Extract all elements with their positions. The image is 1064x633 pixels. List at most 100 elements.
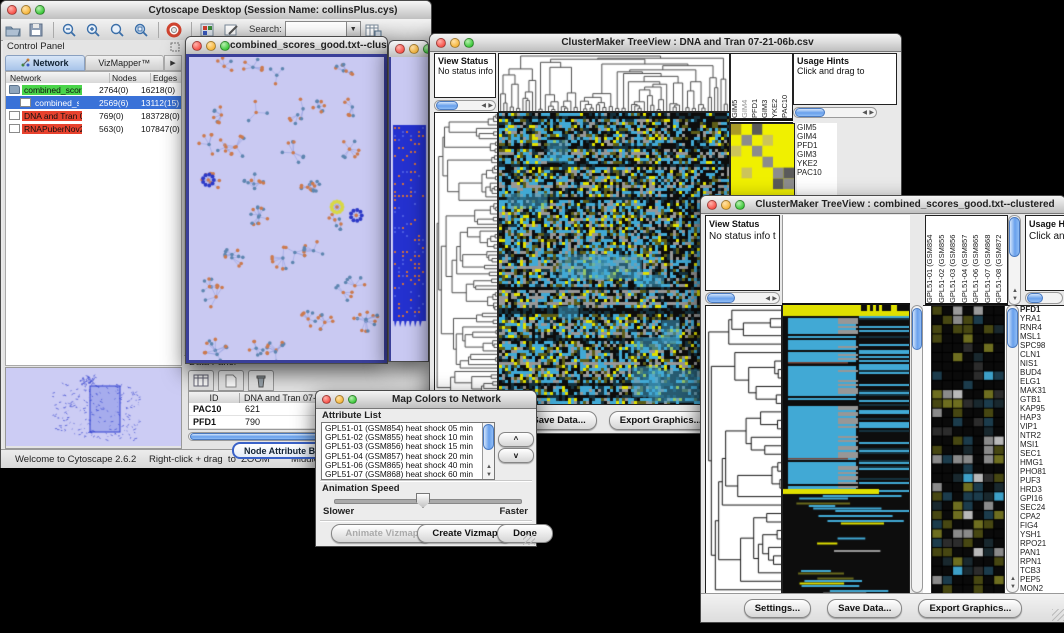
tv2-vscrollbar-zoom[interactable]: ▲ ▼ xyxy=(1006,305,1019,593)
zoom-heatmap-canvas[interactable] xyxy=(932,306,1004,594)
minimize-button[interactable] xyxy=(450,38,460,48)
gene-label[interactable]: BUD4 xyxy=(1020,368,1060,377)
close-button[interactable] xyxy=(7,5,17,15)
gene-label[interactable]: ELG1 xyxy=(1020,377,1060,386)
gene-label[interactable]: HRD3 xyxy=(1020,485,1060,494)
tv1-row-dendrogram[interactable] xyxy=(434,112,498,405)
help-ring-icon[interactable] xyxy=(166,22,184,38)
tv2-zoom-heatmap[interactable] xyxy=(931,305,1005,595)
gene-label[interactable]: GPI16 xyxy=(1020,494,1060,503)
tv1-hscrollbar-left[interactable]: ◀ ▶ xyxy=(434,100,496,111)
tab-overflow-button[interactable]: ▶ xyxy=(164,55,182,71)
gene-label[interactable]: PFD1 xyxy=(797,141,837,150)
gene-label[interactable]: RNR4 xyxy=(1020,323,1060,332)
col-edges[interactable]: Edges xyxy=(151,73,177,83)
scroll-down-icon[interactable]: ▼ xyxy=(486,472,492,478)
column-dendrogram-canvas[interactable] xyxy=(499,54,729,111)
gene-label[interactable]: CPA2 xyxy=(1020,512,1060,521)
gene-label[interactable]: MON2 xyxy=(1020,584,1060,593)
tv2-heatmap[interactable] xyxy=(782,305,910,595)
tv1-hscrollbar-right[interactable]: ◀ ▶ xyxy=(793,107,877,118)
zoom-in-icon[interactable] xyxy=(85,22,103,38)
export-graphics-button[interactable]: Export Graphics... xyxy=(609,411,713,430)
dialog-title-bar[interactable]: Map Colors to Network xyxy=(316,391,536,409)
gene-label[interactable]: GIM3 xyxy=(797,150,837,159)
gene-label[interactable]: PAN1 xyxy=(1020,548,1060,557)
scroll-thumb[interactable] xyxy=(1007,308,1018,348)
tv2-vscrollbar-main[interactable] xyxy=(911,305,923,593)
gene-label[interactable]: GIM4 xyxy=(797,132,837,141)
gene-label[interactable]: SEC24 xyxy=(1020,503,1060,512)
gene-label[interactable]: NIS1 xyxy=(1020,359,1060,368)
treeview1-title-bar[interactable]: ClusterMaker TreeView : DNA and Tran 07-… xyxy=(430,34,901,52)
zoom-button[interactable] xyxy=(220,41,230,51)
gene-label[interactable]: PAC10 xyxy=(797,168,837,177)
gene-label[interactable]: TCB3 xyxy=(1020,566,1060,575)
tv1-column-dendrogram[interactable] xyxy=(498,53,730,112)
move-down-button[interactable]: v xyxy=(498,448,534,463)
gene-label[interactable]: PFD1 xyxy=(1020,305,1060,314)
open-folder-icon[interactable] xyxy=(4,22,22,38)
gene-label[interactable]: FIG4 xyxy=(1020,521,1060,530)
scroll-thumb[interactable] xyxy=(483,424,494,450)
move-up-button[interactable]: ^ xyxy=(498,432,534,447)
network-overview-panel[interactable] xyxy=(5,367,182,449)
resize-grip[interactable] xyxy=(1052,609,1064,621)
export-graphics-button[interactable]: Export Graphics... xyxy=(918,599,1022,618)
zoom-button[interactable] xyxy=(35,5,45,15)
col-nodes[interactable]: Nodes xyxy=(110,73,151,83)
minimize-button[interactable] xyxy=(206,41,216,51)
speed-slider-thumb[interactable] xyxy=(416,493,430,508)
scroll-up-icon[interactable]: ▲ xyxy=(1012,288,1018,294)
heatmap-canvas[interactable] xyxy=(499,113,729,404)
heatmap-canvas[interactable] xyxy=(783,305,909,593)
settings-button[interactable]: Settings... xyxy=(744,599,811,618)
zoom-button[interactable] xyxy=(464,38,474,48)
minimize-button[interactable] xyxy=(721,200,731,210)
scroll-thumb[interactable] xyxy=(436,101,458,110)
main-title-bar[interactable]: Cytoscape Desktop (Session Name: collins… xyxy=(1,1,431,20)
scroll-thumb[interactable] xyxy=(1009,217,1020,257)
save-data-button[interactable]: Save Data... xyxy=(827,599,902,618)
gene-label[interactable]: PHO81 xyxy=(1020,467,1060,476)
scroll-right-icon[interactable]: ▶ xyxy=(869,110,874,116)
close-button[interactable] xyxy=(436,38,446,48)
gene-label[interactable]: GIM5 xyxy=(797,123,837,132)
treeview2-title-bar[interactable]: ClusterMaker TreeView : combined_scores_… xyxy=(701,196,1064,214)
zoom-button[interactable] xyxy=(348,395,357,404)
row-dendrogram-canvas[interactable] xyxy=(706,306,781,594)
zoom-button[interactable] xyxy=(423,44,428,54)
attribute-item[interactable]: GPL51-07 (GSM868) heat shock 60 min xyxy=(322,470,481,479)
tv2-hscrollbar-right[interactable] xyxy=(1025,292,1063,304)
gene-label[interactable]: PEP5 xyxy=(1020,575,1060,584)
gene-label[interactable]: RPN1 xyxy=(1020,557,1060,566)
float-panel-icon[interactable] xyxy=(170,42,180,55)
tab-network[interactable]: Network xyxy=(5,55,85,71)
gene-label[interactable]: GTB1 xyxy=(1020,395,1060,404)
tv2-vscrollbar-labels[interactable]: ▲ ▼ xyxy=(1008,215,1021,305)
zoom-button[interactable] xyxy=(735,200,745,210)
network-canvas[interactable] xyxy=(189,57,384,360)
close-button[interactable] xyxy=(192,41,202,51)
close-button[interactable] xyxy=(395,44,405,54)
zoom-out-icon[interactable] xyxy=(61,22,79,38)
scroll-right-icon[interactable]: ▶ xyxy=(488,103,493,109)
gene-label[interactable]: VIP1 xyxy=(1020,422,1060,431)
network-list-row[interactable]: DNA and Tran 07769(0)183728(0) xyxy=(6,109,181,122)
zoom-fit-icon[interactable] xyxy=(133,22,151,38)
attribute-list-scrollbar[interactable]: ▲ ▼ xyxy=(482,423,494,479)
gene-label[interactable]: MAK31 xyxy=(1020,386,1060,395)
scroll-right-icon[interactable]: ▶ xyxy=(772,296,777,302)
minimize-button[interactable] xyxy=(409,44,419,54)
gene-label[interactable]: MSL1 xyxy=(1020,332,1060,341)
gene-label[interactable]: YKE2 xyxy=(797,159,837,168)
close-button[interactable] xyxy=(322,395,331,404)
gene-label[interactable]: YSH1 xyxy=(1020,530,1060,539)
scroll-thumb[interactable] xyxy=(795,108,825,117)
new-attribute-icon[interactable] xyxy=(218,370,244,391)
tv1-heatmap[interactable] xyxy=(498,112,730,405)
gene-label[interactable]: SEC1 xyxy=(1020,449,1060,458)
tv2-column-dendrogram-area[interactable] xyxy=(782,215,910,305)
gene-label[interactable]: KAP95 xyxy=(1020,404,1060,413)
tab-vizmapper[interactable]: VizMapper™ xyxy=(85,55,165,71)
